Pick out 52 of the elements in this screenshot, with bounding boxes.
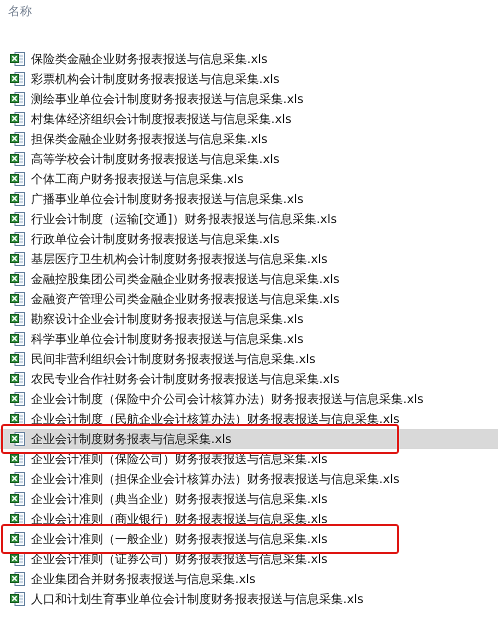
file-name[interactable]: 基层医疗卫生机构会计制度财务报表报送与信息采集.xls (31, 250, 328, 268)
file-name[interactable]: 村集体经济组织会计制度报表报送与信息采集.xls (31, 110, 292, 128)
spreadsheet-file-icon (10, 331, 26, 347)
spreadsheet-file-icon (10, 371, 26, 387)
file-name[interactable]: 担保类金融企业财务报表报送与信息采集.xls (31, 130, 268, 148)
file-name[interactable]: 企业集团合并财务报表报送与信息采集.xls (31, 570, 256, 588)
spreadsheet-file-icon (10, 511, 26, 527)
file-name[interactable]: 企业会计准则（典当企业）财务报表报送与信息采集.xls (31, 490, 328, 508)
spreadsheet-file-icon (10, 571, 26, 587)
spreadsheet-file-icon (10, 391, 26, 407)
spreadsheet-file-icon (10, 231, 26, 247)
spreadsheet-file-icon (10, 311, 26, 327)
file-name[interactable]: 企业会计准则（担保企业会计核算办法）财务报表报送与信息采集.xls (31, 470, 400, 488)
spreadsheet-file-icon (10, 191, 26, 207)
spreadsheet-file-icon (10, 211, 26, 227)
file-name[interactable]: 人口和计划生育事业单位会计制度财务报表报送与信息采集.xls (31, 590, 364, 608)
file-name[interactable]: 高等学校会计制度财务报表报送与信息采集.xls (31, 150, 280, 168)
selected-row[interactable]: 企业会计制度财务报表与信息采集.xls (0, 429, 498, 449)
file-name[interactable]: 行业会计制度（运输[交通]）财务报表报送与信息采集.xls (31, 210, 337, 228)
file-name[interactable]: 农民专业合作社财务会计制度财务报表报送与信息采集.xls (31, 370, 340, 388)
file-name[interactable]: 彩票机构会计制度财务报表报送与信息采集.xls (31, 70, 280, 88)
column-header[interactable]: 名称 (8, 3, 32, 20)
spreadsheet-file-icon (10, 411, 26, 427)
file-name[interactable]: 企业会计制度财务报表与信息采集.xls (31, 430, 232, 448)
file-name[interactable]: 科学事业单位会计制度财务报表报送与信息采集.xls (31, 330, 304, 348)
spreadsheet-file-icon (10, 151, 26, 167)
spreadsheet-file-icon (10, 131, 26, 147)
spreadsheet-file-icon (10, 91, 26, 107)
spreadsheet-file-icon (10, 271, 26, 287)
file-name[interactable]: 广播事业单位会计制度财务报表报送与信息采集.xls (31, 190, 304, 208)
file-name[interactable]: 企业会计准则（一般企业）财务报表报送与信息采集.xls (31, 530, 328, 548)
spreadsheet-file-icon (10, 351, 26, 367)
spreadsheet-file-icon (10, 251, 26, 267)
spreadsheet-file-icon (10, 111, 26, 127)
spreadsheet-file-icon (10, 471, 26, 487)
spreadsheet-file-icon (10, 71, 26, 87)
spreadsheet-file-icon (10, 491, 26, 507)
file-name[interactable]: 民间非营利组织会计制度财务报表报送与信息采集.xls (31, 350, 316, 368)
spreadsheet-file-icon (10, 431, 26, 447)
spreadsheet-file-icon (10, 531, 26, 547)
spreadsheet-file-icon (10, 51, 26, 67)
file-name[interactable]: 金融资产管理公司类金融企业财务报表报送与信息采集.xls (31, 290, 340, 308)
file-name[interactable]: 勘察设计企业会计制度财务报表报送与信息采集.xls (31, 310, 304, 328)
spreadsheet-file-icon (10, 171, 26, 187)
file-name[interactable]: 保险类金融企业财务报表报送与信息采集.xls (31, 50, 268, 68)
file-name[interactable]: 测绘事业单位会计制度财务报表报送与信息采集.xls (31, 90, 304, 108)
file-name[interactable]: 个体工商户财务报表报送与信息采集.xls (31, 170, 244, 188)
spreadsheet-file-icon (10, 591, 26, 607)
spreadsheet-file-icon (10, 291, 26, 307)
file-name[interactable]: 行政单位会计制度财务报表报送与信息采集.xls (31, 230, 280, 248)
file-name[interactable]: 金融控股集团公司类金融企业财务报表报送与信息采集.xls (31, 270, 340, 288)
file-name[interactable]: 企业会计制度（保险中介公司会计核算办法）财务报表报送与信息采集.xls (31, 390, 424, 408)
